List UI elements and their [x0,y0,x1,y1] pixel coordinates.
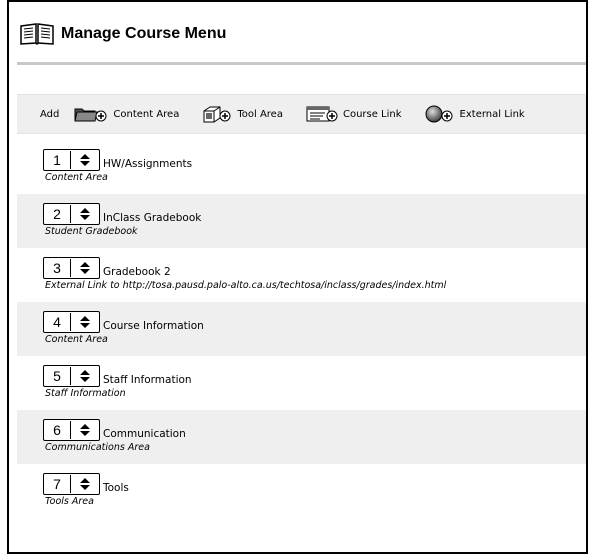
up-down-arrows-icon [80,154,90,166]
up-down-arrows-icon [80,316,90,328]
up-down-arrows-icon [80,262,90,274]
content-area-label: Content Area [113,108,180,120]
menu-item-name[interactable]: Tools [103,482,129,494]
order-select[interactable]: 4 [43,311,100,333]
tools-add-icon [203,106,231,123]
book-icon [20,23,54,45]
menu-item-name[interactable]: InClass Gradebook [103,212,201,224]
list-item: 3 Gradebook 2 External Link to http://to… [17,248,586,302]
menu-item-name[interactable]: Communication [103,428,186,440]
menu-item-type: Staff Information [45,388,126,399]
list-item: 6 Communication Communications Area [17,410,586,464]
page-title: Manage Course Menu [61,25,227,42]
menu-item-name[interactable]: HW/Assignments [103,158,192,170]
order-value: 7 [44,475,71,493]
folder-add-icon [74,108,107,122]
menu-item-type: Student Gradebook [45,226,138,237]
external-link-label: External Link [459,108,525,120]
course-link-label: Course Link [342,108,402,120]
order-value: 1 [44,151,71,169]
link-add-icon [306,106,338,122]
up-down-arrows-icon [80,208,90,220]
menu-item-name[interactable]: Gradebook 2 [103,266,171,278]
list-item: 5 Staff Information Staff Information [17,356,586,410]
menu-item-type: External Link to http://tosa.pausd.palo-… [45,280,447,291]
order-value: 5 [44,367,71,385]
order-value: 2 [44,205,71,223]
menu-item-name[interactable]: Staff Information [103,374,192,386]
up-down-arrows-icon [80,424,90,436]
add-label: Add [40,108,60,120]
order-select[interactable]: 3 [43,257,100,279]
menu-item-type: Tools Area [45,496,94,507]
add-content-area-button[interactable]: Content Area [73,105,179,123]
menu-item-type: Content Area [45,334,108,345]
menu-items-list: 1 HW/Assignments Content Area 2 InClass … [17,140,586,518]
add-tool-area-button[interactable]: Tool Area [201,105,283,123]
menu-item-type: Communications Area [45,442,150,453]
order-select[interactable]: 5 [43,365,100,387]
globe-add-icon [425,105,453,123]
menu-item-type: Content Area [45,172,108,183]
list-item: 4 Course Information Content Area [17,302,586,356]
list-item: 7 Tools Tools Area [17,464,586,518]
add-external-link-button[interactable]: External Link [424,105,525,123]
header-divider [17,62,586,65]
tool-area-label: Tool Area [237,108,283,120]
add-toolbar: Add Content Area Tool Area Course Link E… [17,94,586,134]
add-course-link-button[interactable]: Course Link [305,105,402,123]
order-select[interactable]: 7 [43,473,100,495]
list-item: 1 HW/Assignments Content Area [17,140,586,194]
page-header: Manage Course Menu [19,22,226,46]
list-item: 2 InClass Gradebook Student Gradebook [17,194,586,248]
order-select[interactable]: 1 [43,149,100,171]
order-select[interactable]: 6 [43,419,100,441]
order-select[interactable]: 2 [43,203,100,225]
menu-item-name[interactable]: Course Information [103,320,204,332]
manage-course-menu-panel: Manage Course Menu Add Content Area Tool… [7,0,588,554]
order-value: 4 [44,313,71,331]
order-value: 3 [44,259,71,277]
up-down-arrows-icon [80,478,90,490]
up-down-arrows-icon [80,370,90,382]
order-value: 6 [44,421,71,439]
